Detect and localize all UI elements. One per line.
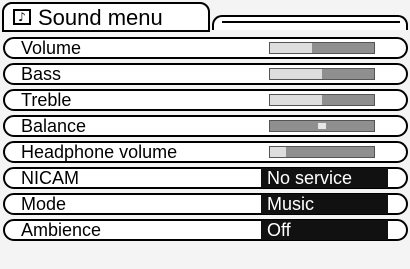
menu-item-label: Ambience [21,220,102,240]
menu-item-label: Treble [21,90,72,110]
menu-item-bass[interactable]: Bass [3,63,408,85]
menu-item-nicam[interactable]: NICAM No service [3,167,408,189]
menu-item-mode[interactable]: Mode Music [3,193,408,215]
menu-item-ambience[interactable]: Ambience Off [3,219,408,241]
balance-marker [318,123,326,129]
menu-item-label: Volume [21,38,82,58]
title-tab-extension [212,15,408,30]
balance-slider[interactable] [269,120,375,132]
nicam-value[interactable]: No service [261,168,388,188]
menu-item-treble[interactable]: Treble [3,89,408,111]
menu-item-volume[interactable]: Volume [3,37,408,59]
menu-title: Sound menu [38,5,163,30]
slider-fill [270,43,312,53]
slider-fill [270,95,322,105]
slider-fill [270,147,286,157]
sound-menu-panel: ♪ Sound menu Volume Bass Treble Balance … [0,0,410,269]
ambience-value[interactable]: Off [261,220,388,240]
menu-item-label: Bass [21,64,62,84]
menu-item-label: Balance [21,116,87,136]
menu-item-balance[interactable]: Balance [3,115,408,137]
volume-slider[interactable] [269,42,375,54]
menu-item-headphone-volume[interactable]: Headphone volume [3,141,408,163]
headphone-volume-slider[interactable] [269,146,375,158]
menu-item-label: NICAM [21,168,79,188]
slider-fill [270,69,322,79]
bass-slider[interactable] [269,68,375,80]
menu-item-label: Mode [21,194,67,214]
mode-value[interactable]: Music [261,194,388,214]
music-note-icon: ♪ [13,9,31,25]
menu-items: Volume Bass Treble Balance Headphone vol… [3,37,408,245]
treble-slider[interactable] [269,94,375,106]
menu-title-tab: ♪ Sound menu [2,2,210,32]
menu-item-label: Headphone volume [21,142,178,162]
